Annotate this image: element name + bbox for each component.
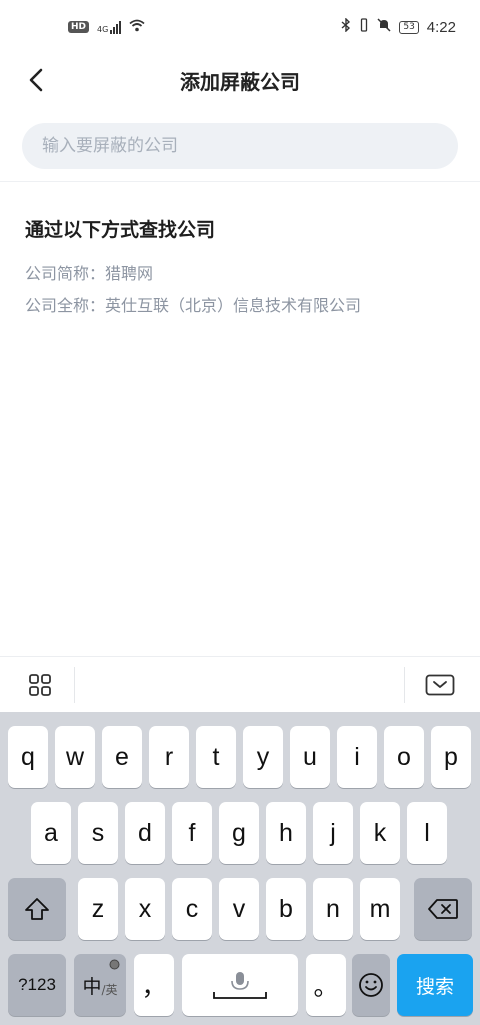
key-c[interactable]: c [172,878,212,940]
grid-icon [29,674,51,696]
key-r[interactable]: r [149,726,189,788]
navigation-bar: 添加屏蔽公司 [0,54,480,106]
toolbar-separator [404,667,405,703]
key-x[interactable]: x [125,878,165,940]
key-e[interactable]: e [102,726,142,788]
backspace-key[interactable] [414,878,472,940]
toolbar-separator [74,667,75,703]
key-l[interactable]: l [407,802,447,864]
key-v[interactable]: v [219,878,259,940]
battery-indicator: 53 [399,20,419,34]
status-bar: HD 4G 53 4:22 [0,0,480,54]
lang-sub-label: /英 [101,982,118,997]
period-key[interactable]: 。 [306,954,346,1016]
keyboard: q w e r t y u i o p a s d f g h j k l z … [0,712,480,1025]
vibrate-icon [359,18,369,36]
key-j[interactable]: j [313,802,353,864]
key-b[interactable]: b [266,878,306,940]
key-s[interactable]: s [78,802,118,864]
key-t[interactable]: t [196,726,236,788]
key-q[interactable]: q [8,726,48,788]
hint-title: 通过以下方式查找公司 [25,219,216,241]
numbers-key[interactable]: ?123 [8,954,66,1016]
search-key[interactable]: 搜索 [397,954,473,1016]
key-n[interactable]: n [313,878,353,940]
search-hint: 通过以下方式查找公司 公司简称：猎聘网 公司全称：英仕互联（北京）信息技术有限公… [25,215,465,322]
keyboard-hide-icon [425,674,455,696]
shift-key[interactable] [8,878,66,940]
key-i[interactable]: i [337,726,377,788]
language-switch-key[interactable]: 中 /英 [74,954,126,1016]
clock: 4:22 [426,18,456,36]
page-title: 添加屏蔽公司 [180,70,300,94]
microphone-icon [213,972,267,999]
key-a[interactable]: a [31,802,71,864]
signal-type: 4G [97,24,109,34]
signal-icon: 4G [97,20,122,34]
globe-icon [109,959,120,970]
hint-full-name: 公司全称：英仕互联（北京）信息技术有限公司 [25,296,362,315]
key-h[interactable]: h [266,802,306,864]
keyboard-toolbar [0,656,480,712]
search-input[interactable] [42,136,438,156]
lang-main-label: 中 [82,975,102,998]
key-f[interactable]: f [172,802,212,864]
key-p[interactable]: p [431,726,471,788]
key-k[interactable]: k [360,802,400,864]
key-o[interactable]: o [384,726,424,788]
key-y[interactable]: y [243,726,283,788]
status-left: HD 4G [68,19,145,36]
shift-icon [25,898,49,920]
status-right: 53 4:22 [341,17,456,36]
space-key[interactable] [182,954,298,1016]
hide-keyboard-button[interactable] [420,669,460,701]
search-bar[interactable] [22,123,458,169]
bluetooth-icon [341,17,351,36]
wifi-icon [129,19,145,36]
backspace-icon [428,899,458,919]
key-w[interactable]: w [55,726,95,788]
comma-key[interactable]: ， [134,954,174,1016]
mute-bell-icon [377,18,391,36]
divider [0,181,480,182]
key-g[interactable]: g [219,802,259,864]
key-d[interactable]: d [125,802,165,864]
emoji-icon [359,973,383,997]
key-u[interactable]: u [290,726,330,788]
emoji-key[interactable] [352,954,390,1016]
keyboard-menu-button[interactable] [17,669,63,701]
hd-badge: HD [68,21,90,33]
key-m[interactable]: m [360,878,400,940]
hint-short-name: 公司简称：猎聘网 [25,264,154,283]
key-z[interactable]: z [78,878,118,940]
